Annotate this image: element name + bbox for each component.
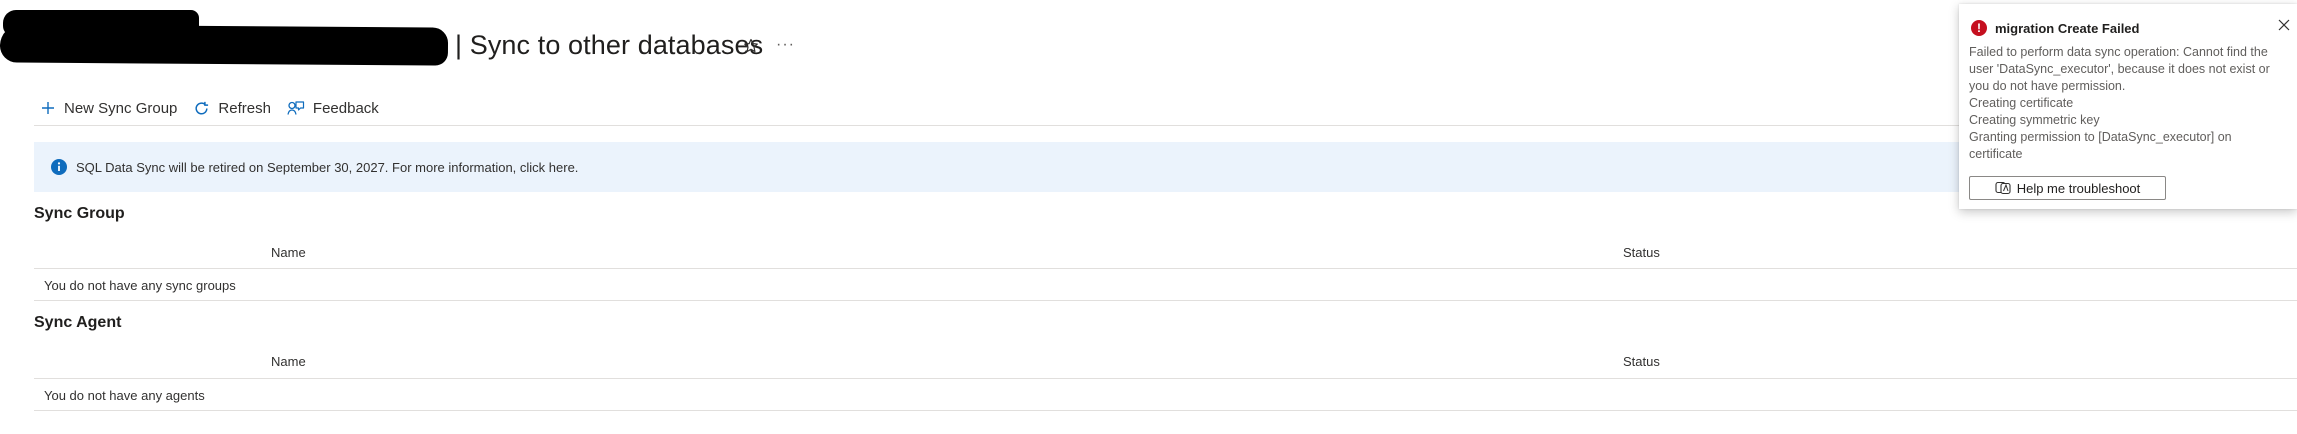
- new-sync-group-button[interactable]: New Sync Group: [40, 100, 177, 117]
- sync-group-status-column[interactable]: Status: [1623, 245, 1660, 260]
- close-icon[interactable]: [2277, 18, 2291, 32]
- redacted-resource-name: [0, 24, 449, 66]
- star-icon[interactable]: [743, 38, 759, 54]
- notification-body: Failed to perform data sync operation: C…: [1969, 44, 2285, 163]
- sync-agent-heading: Sync Agent: [34, 314, 122, 331]
- troubleshoot-icon: [1995, 181, 2011, 195]
- help-me-troubleshoot-button[interactable]: Help me troubleshoot: [1969, 176, 2166, 200]
- refresh-button[interactable]: Refresh: [193, 100, 271, 117]
- new-sync-group-label: New Sync Group: [64, 99, 178, 117]
- page-title: | Sync to other databases: [455, 30, 764, 60]
- table-divider: [34, 268, 2297, 269]
- banner-text: SQL Data Sync will be retired on Septemb…: [76, 159, 579, 175]
- sync-agent-status-column[interactable]: Status: [1623, 354, 1660, 369]
- feedback-icon: [287, 100, 305, 115]
- error-icon: !: [1971, 20, 1987, 36]
- notification-message: Failed to perform data sync operation: C…: [1969, 45, 2270, 93]
- feedback-button[interactable]: Feedback: [287, 100, 379, 117]
- retirement-info-banner[interactable]: SQL Data Sync will be retired on Septemb…: [34, 142, 2024, 192]
- command-bar: New Sync Group Refresh Feedback: [40, 96, 395, 120]
- feedback-label: Feedback: [312, 99, 379, 117]
- help-button-label: Help me troubleshoot: [2016, 180, 2141, 196]
- notification-title: migration Create Failed: [1995, 21, 2140, 36]
- error-notification: ! migration Create Failed Failed to perf…: [1959, 4, 2297, 209]
- table-divider: [34, 410, 2297, 411]
- sync-group-heading: Sync Group: [34, 205, 125, 222]
- notification-step: Granting permission to [DataSync_executo…: [1969, 130, 2232, 161]
- toolbar-divider: [34, 125, 2024, 126]
- refresh-icon: [195, 101, 209, 114]
- notification-step: Creating symmetric key: [1969, 113, 2100, 127]
- plus-icon: [42, 102, 54, 114]
- refresh-label: Refresh: [218, 99, 271, 117]
- table-divider: [34, 300, 2297, 301]
- sync-agent-name-column[interactable]: Name: [271, 354, 306, 369]
- sync-group-name-column[interactable]: Name: [271, 245, 306, 260]
- notification-step: Creating certificate: [1969, 96, 2074, 110]
- sync-agent-empty-message: You do not have any agents: [44, 388, 205, 403]
- table-divider: [34, 378, 2297, 379]
- info-icon: [51, 159, 67, 175]
- sync-group-empty-message: You do not have any sync groups: [44, 278, 236, 293]
- more-options-button[interactable]: ···: [776, 36, 795, 54]
